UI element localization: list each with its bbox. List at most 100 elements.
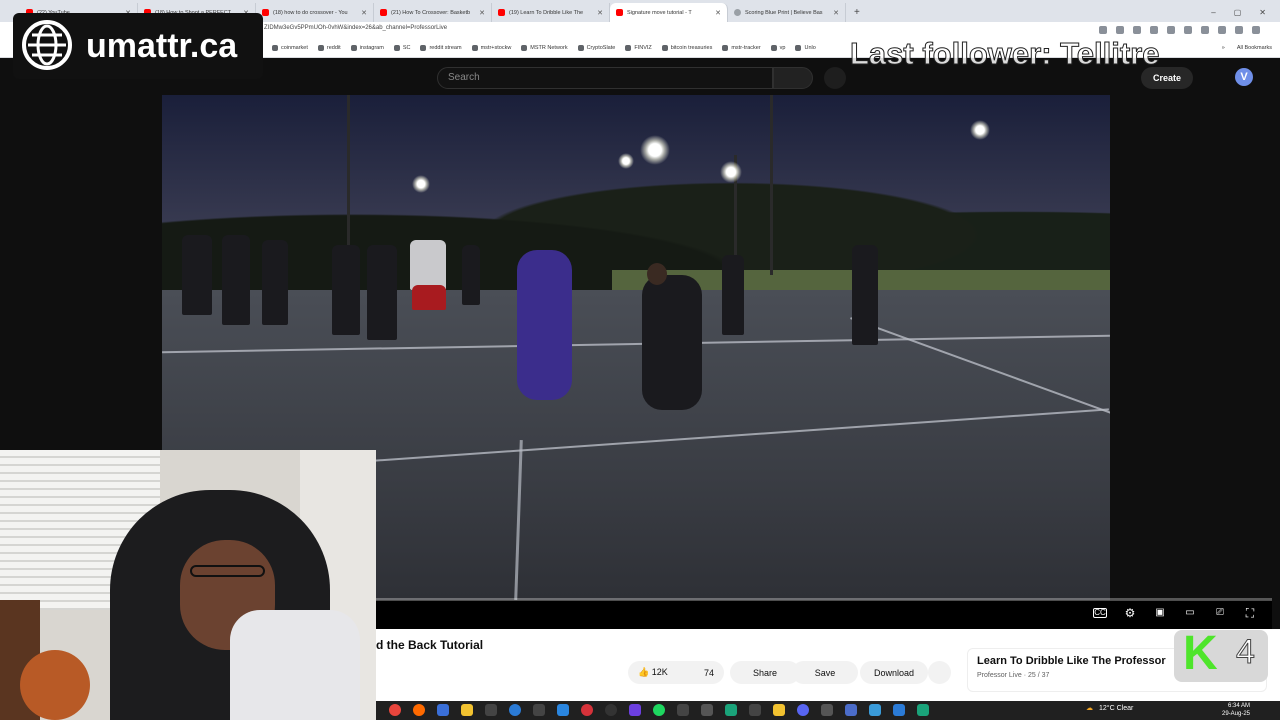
- search-button[interactable]: [773, 67, 813, 89]
- app-icon[interactable]: [821, 704, 833, 716]
- bookmark-item[interactable]: Unlo: [795, 45, 816, 51]
- bookmark-item[interactable]: reddit: [317, 45, 341, 51]
- extension-icon[interactable]: [1099, 26, 1107, 34]
- bookmark-item[interactable]: mstr+stockw: [471, 45, 511, 51]
- more-bookmarks-button[interactable]: »: [1222, 45, 1225, 51]
- discord-icon[interactable]: [797, 704, 809, 716]
- extension-icon[interactable]: [1218, 26, 1226, 34]
- browser-tab-active[interactable]: Signature move tutorial - T ✕: [610, 3, 728, 22]
- app-icon[interactable]: [629, 704, 641, 716]
- browser-tab[interactable]: (18) how to do crossover - You ✕: [256, 3, 374, 22]
- like-button[interactable]: 👍 12K: [638, 667, 668, 678]
- chrome-icon[interactable]: [389, 704, 401, 716]
- spotify-icon[interactable]: [653, 704, 665, 716]
- bookmark-item[interactable]: CryptoSlate: [577, 45, 615, 51]
- maximize-button[interactable]: ▢: [1234, 8, 1242, 17]
- spectator: [410, 240, 446, 290]
- close-tab-icon[interactable]: ✕: [361, 9, 367, 17]
- extension-icon[interactable]: [1201, 26, 1209, 34]
- extension-icon[interactable]: [1167, 26, 1175, 34]
- app-icon[interactable]: [725, 704, 737, 716]
- app-icon[interactable]: [845, 704, 857, 716]
- stadium-light: [412, 175, 430, 193]
- app-icon[interactable]: [509, 704, 521, 716]
- spectator: [222, 235, 250, 325]
- app-icon[interactable]: [773, 704, 785, 716]
- avatar[interactable]: V: [1235, 68, 1253, 86]
- extension-icons: [1099, 26, 1260, 34]
- clock[interactable]: 6:34 AM 29-Aug-25: [1222, 702, 1250, 718]
- app-icon[interactable]: [869, 704, 881, 716]
- miniplayer-icon[interactable]: ▣: [1153, 606, 1167, 620]
- fullscreen-icon[interactable]: ⛶: [1243, 606, 1257, 620]
- bookmark-item[interactable]: FINVIZ: [625, 45, 652, 51]
- bookmark-icon: [521, 45, 528, 51]
- browser-app-icon[interactable]: [413, 704, 425, 716]
- close-tab-icon[interactable]: ✕: [597, 9, 603, 17]
- file-explorer-icon[interactable]: [461, 704, 473, 716]
- captions-button[interactable]: CC: [1093, 608, 1107, 618]
- extension-icon[interactable]: [1133, 26, 1141, 34]
- extension-icon[interactable]: [1150, 26, 1158, 34]
- youtube-icon: [498, 9, 505, 16]
- search-input[interactable]: Search: [437, 67, 773, 89]
- settings-gear-icon[interactable]: ⚙: [1123, 606, 1137, 620]
- browser-tab[interactable]: Scoring Blue Print | Believe Bas ✕: [728, 3, 846, 22]
- extension-icon[interactable]: [1235, 26, 1243, 34]
- extension-icon[interactable]: [1116, 26, 1124, 34]
- app-icon[interactable]: [581, 704, 593, 716]
- minimize-button[interactable]: –: [1211, 8, 1215, 17]
- bookmark-item[interactable]: vp: [770, 45, 785, 51]
- share-button[interactable]: Share: [730, 661, 800, 684]
- extension-icon[interactable]: [1252, 26, 1260, 34]
- bookmark-item[interactable]: SC: [393, 45, 410, 51]
- spectator: [262, 240, 288, 325]
- cast-icon[interactable]: ⎚: [1213, 606, 1227, 620]
- app-icon[interactable]: [701, 704, 713, 716]
- download-button[interactable]: Download: [860, 661, 928, 684]
- app-icon[interactable]: [533, 704, 545, 716]
- playlist-title[interactable]: Learn To Dribble Like The Professor: [977, 655, 1166, 667]
- browser-tab[interactable]: (19) Learn To Dribble Like The ✕: [492, 3, 610, 22]
- stadium-light: [618, 153, 634, 169]
- webcam-overlay: [0, 450, 376, 720]
- theater-mode-icon[interactable]: ▭: [1183, 606, 1197, 620]
- progress-bar[interactable]: [376, 598, 1272, 601]
- app-icon[interactable]: [893, 704, 905, 716]
- weather-text[interactable]: 12°C Clear: [1099, 705, 1133, 712]
- dislike-count[interactable]: 74: [704, 668, 714, 678]
- bookmark-item[interactable]: bitcoin treasuries: [661, 45, 712, 51]
- extension-icon[interactable]: [1184, 26, 1192, 34]
- streamer-hoodie-front: [230, 610, 360, 720]
- bookmark-item[interactable]: instagram: [350, 45, 384, 51]
- weather-icon[interactable]: ☁: [1086, 704, 1093, 712]
- voice-search-button[interactable]: [824, 67, 846, 89]
- save-button[interactable]: Save: [792, 661, 858, 684]
- player-purple: [517, 250, 572, 400]
- bookmark-item[interactable]: MSTR Network: [521, 45, 568, 51]
- edge-icon[interactable]: [437, 704, 449, 716]
- folder-icon: [661, 45, 668, 51]
- url-field[interactable]: ZIDMw3eGv5PPmUOh-0vhW&index=26&ab_channe…: [264, 25, 447, 31]
- close-tab-icon[interactable]: ✕: [833, 9, 839, 17]
- last-follower-label: Last follower: Tellitre: [849, 36, 1160, 72]
- bookmark-item[interactable]: coinmarket: [272, 45, 308, 51]
- close-window-button[interactable]: ✕: [1259, 8, 1266, 17]
- app-icon[interactable]: [605, 704, 617, 716]
- app-icon[interactable]: [485, 704, 497, 716]
- video-title: d the Back Tutorial: [376, 638, 484, 652]
- all-bookmarks-button[interactable]: All Bookmarks: [1237, 45, 1272, 51]
- app-icon[interactable]: [677, 704, 689, 716]
- close-tab-icon[interactable]: ✕: [715, 9, 721, 17]
- app-icon[interactable]: [749, 704, 761, 716]
- spectator: [462, 245, 480, 305]
- bookmark-item[interactable]: reddit stream: [420, 45, 462, 51]
- bookmark-item[interactable]: mstr-tracker: [722, 45, 761, 51]
- close-tab-icon[interactable]: ✕: [479, 9, 485, 17]
- app-icon[interactable]: [917, 704, 929, 716]
- spectator: [852, 245, 878, 345]
- more-actions-button[interactable]: [928, 661, 951, 684]
- browser-tab[interactable]: (21) How To Crossover: Basketb ✕: [374, 3, 492, 22]
- new-tab-button[interactable]: +: [846, 3, 868, 22]
- app-icon[interactable]: [557, 704, 569, 716]
